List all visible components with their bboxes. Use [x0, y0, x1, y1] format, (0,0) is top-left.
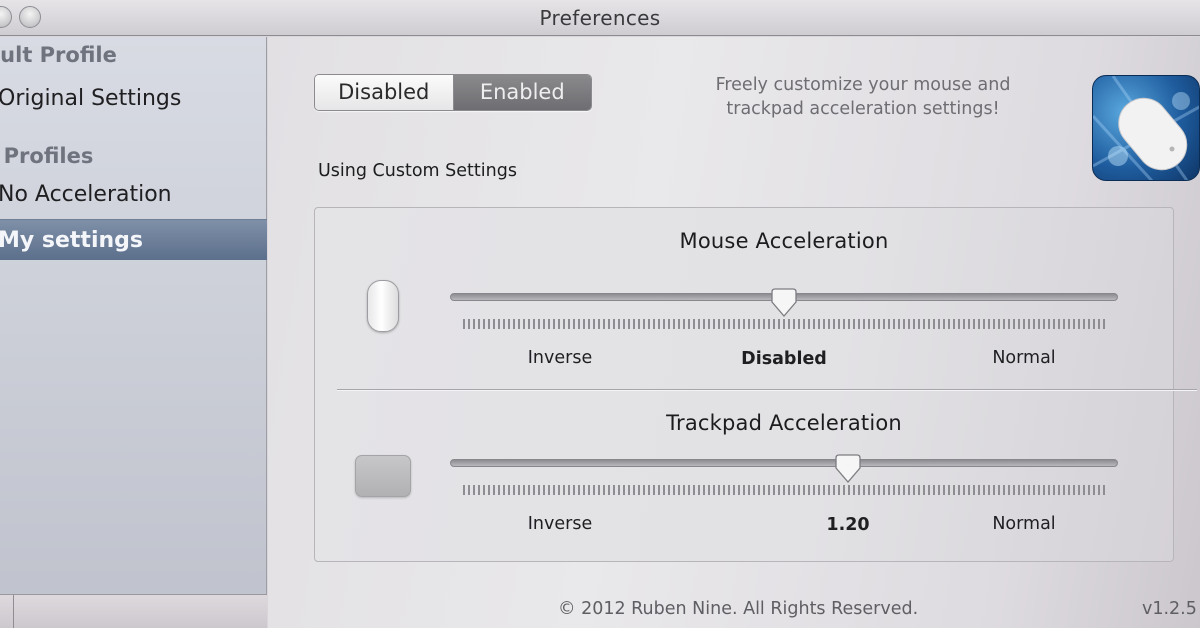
trackpad-min-label: Inverse	[527, 514, 593, 534]
mouse-value-label: Disabled	[741, 349, 827, 369]
section-divider	[337, 389, 1197, 391]
sidebar-item-original-settings[interactable]: Original Settings	[0, 78, 267, 119]
status-label: Using Custom Settings	[318, 161, 517, 181]
trackpad-value-label: 1.20	[826, 515, 870, 535]
trackpad-icon	[355, 455, 411, 497]
toolbar-divider	[13, 595, 14, 628]
mouse-section-title: Mouse Acceleration	[679, 229, 889, 253]
trackpad-slider-ticks	[463, 485, 1107, 495]
version-label: v1.2.5	[1142, 599, 1197, 619]
mouse-slider-knob[interactable]	[769, 288, 799, 318]
trackpad-section-title: Trackpad Acceleration	[666, 411, 902, 435]
sidebar: ault Profile Original Settings r Profile…	[0, 37, 267, 628]
sidebar-group-header-default: ault Profile	[0, 43, 117, 67]
sidebar-item-no-acceleration[interactable]: No Acceleration	[0, 174, 267, 215]
mouse-slider-ticks	[463, 319, 1107, 329]
app-icon	[1092, 75, 1200, 181]
window-title: Preferences	[539, 6, 661, 30]
sidebar-item-label: My settings	[0, 228, 143, 253]
sidebar-item-label: Original Settings	[0, 86, 182, 111]
copyright-text: © 2012 Ruben Nine. All Rights Reserved.	[558, 599, 919, 619]
mouse-icon	[367, 280, 399, 332]
magic-mouse-icon	[1093, 76, 1199, 180]
tagline-line-1: Freely customize your mouse and	[715, 75, 1011, 95]
preferences-pane: Disabled Enabled Freely customize your m…	[268, 37, 1200, 628]
sidebar-toolbar	[0, 594, 267, 628]
enabled-button[interactable]: Enabled	[453, 75, 591, 110]
acceleration-panel: Mouse Acceleration Inverse Disabled Norm…	[314, 207, 1197, 562]
trackpad-max-label: Normal	[992, 514, 1056, 534]
mouse-min-label: Inverse	[527, 348, 593, 368]
sidebar-item-label: No Acceleration	[0, 182, 172, 207]
mouse-max-label: Normal	[992, 348, 1056, 368]
trackpad-acceleration-slider[interactable]	[450, 459, 1118, 467]
sidebar-item-my-settings[interactable]: My settings	[0, 219, 267, 260]
title-bar: Preferences	[0, 0, 1200, 36]
sidebar-group-header-user: r Profiles	[0, 144, 94, 168]
enable-toggle[interactable]: Disabled Enabled	[314, 74, 592, 111]
tagline-line-2: trackpad acceleration settings!	[726, 99, 1000, 119]
tagline: Freely customize your mouse and trackpad…	[683, 73, 1043, 121]
disabled-button[interactable]: Disabled	[315, 75, 454, 110]
trackpad-slider-knob[interactable]	[833, 454, 863, 484]
